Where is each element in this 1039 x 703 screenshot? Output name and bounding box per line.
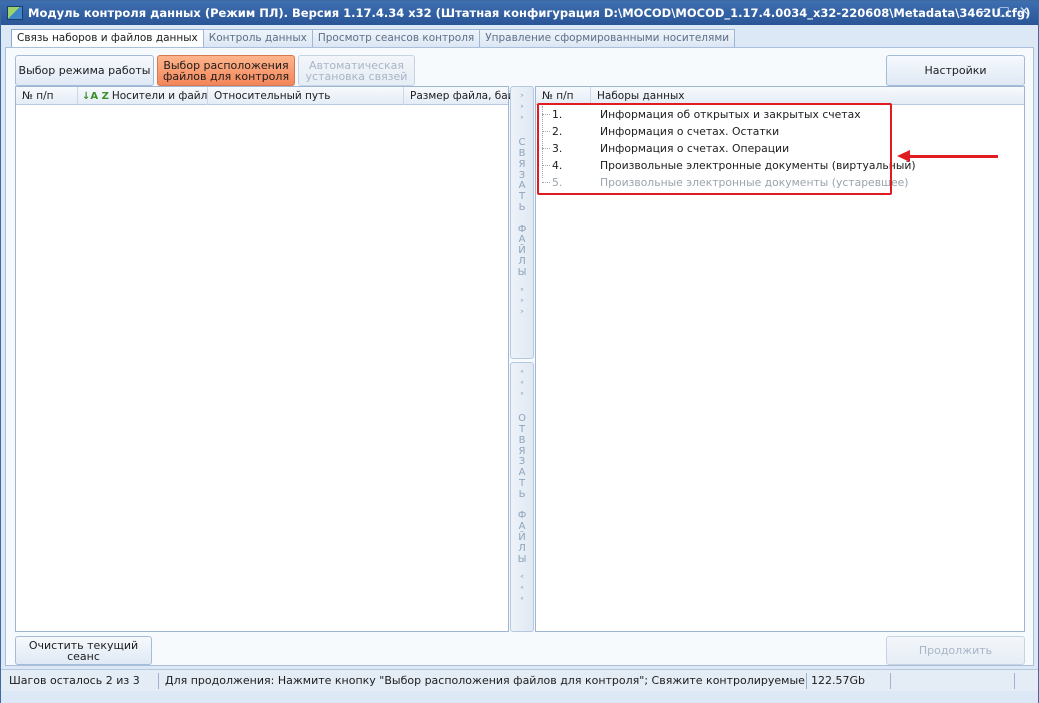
main-window: Модуль контроля данных (Режим ПЛ). Верси… xyxy=(0,0,1039,703)
tab-strip: Связь наборов и файлов данных Контроль д… xyxy=(11,29,736,49)
unlink-files-char: Л xyxy=(518,542,526,554)
maximize-icon[interactable]: □ xyxy=(998,4,1010,18)
title-bar[interactable]: Модуль контроля данных (Режим ПЛ). Верси… xyxy=(1,1,1038,25)
annotation-arrow-shaft xyxy=(909,155,998,158)
window-bottom-edge xyxy=(1,691,1038,703)
status-bar: Шагов осталось 2 из 3 Для продолжения: Н… xyxy=(1,669,1038,691)
clear-session-label: Очистить текущий сеанс xyxy=(28,638,139,663)
select-location-label-2: файлов для контроля xyxy=(162,69,290,83)
unlink-files-button[interactable]: ˂ ˂ ˂ ОТВЯЗАТЬ ФАЙЛЫ ˂ ˂ ˂ xyxy=(510,362,534,632)
tab-control[interactable]: Контроль данных xyxy=(202,29,313,48)
linker-strip: ˃ ˃ ˃ СВЯЗАТЬ ФАЙЛЫ ˃ ˃ ˃ ˂ ˂ ˂ ОТВЯЗАТЬ ФАЙЛЫ… xyxy=(510,86,534,632)
col-media-files-label: Носители и файлы xyxy=(111,90,208,102)
link-files-char: Ы xyxy=(517,266,527,278)
sort-az-icon: ↓A Z xyxy=(82,91,109,102)
tab-sessions[interactable]: Просмотр сеансов контроля xyxy=(311,29,481,48)
auto-link-label-2: установка связей xyxy=(305,69,408,83)
settings-label: Настройки xyxy=(924,64,987,77)
auto-link-label-1: Автоматическая xyxy=(308,58,405,72)
app-icon xyxy=(7,6,23,20)
col-relative-path[interactable]: Относительный путь xyxy=(208,87,404,105)
status-disk-space: 122.57Gb xyxy=(807,673,891,689)
clear-session-button[interactable]: Очистить текущий сеанс xyxy=(15,636,152,665)
continue-button[interactable]: Продолжить xyxy=(886,636,1025,665)
continue-label: Продолжить xyxy=(918,644,993,657)
tab-media[interactable]: Управление сформированными носителями xyxy=(479,29,736,48)
status-steps: Шагов осталось 2 из 3 xyxy=(5,673,159,689)
select-location-label-1: Выбор расположения xyxy=(163,58,289,72)
link-files-char: ˃ xyxy=(519,309,525,321)
annotation-arrow-icon xyxy=(897,150,910,162)
unlink-files-char: В xyxy=(518,434,526,446)
select-location-button[interactable]: Выбор расположения файлов для контроля xyxy=(157,55,295,86)
auto-link-button[interactable]: Автоматическая установка связей xyxy=(298,55,415,86)
window-controls: – □ ✕ xyxy=(978,4,1030,18)
highlight-box xyxy=(537,103,892,195)
minimize-icon[interactable]: – xyxy=(978,4,990,18)
unlink-files-char: Ь xyxy=(518,488,526,500)
window-title: Модуль контроля данных (Режим ПЛ). Верси… xyxy=(28,6,1031,20)
link-files-char: ˃ xyxy=(519,104,525,116)
tab-links[interactable]: Связь наборов и файлов данных xyxy=(11,29,204,49)
col-file-size[interactable]: Размер файла, байт xyxy=(404,87,510,105)
link-files-char xyxy=(511,214,533,225)
files-grid-header: № п/п ↓A Z Носители и файлы Относительный… xyxy=(16,87,510,105)
status-hint: Для продолжения: Нажмите кнопку "Выбор р… xyxy=(161,673,807,689)
close-icon[interactable]: ✕ xyxy=(1018,4,1030,18)
status-empty xyxy=(891,673,1015,689)
link-files-button[interactable]: ˃ ˃ ˃ СВЯЗАТЬ ФАЙЛЫ ˃ ˃ ˃ xyxy=(510,86,534,359)
col-media-files[interactable]: ↓A Z Носители и файлы xyxy=(78,87,208,105)
select-mode-label: Выбор режима работы xyxy=(18,64,151,77)
files-grid[interactable]: № п/п ↓A Z Носители и файлы Относительный… xyxy=(15,86,510,632)
link-files-char: Я xyxy=(518,158,526,170)
unlink-files-char: ˂ xyxy=(519,380,525,392)
select-mode-button[interactable]: Выбор режима работы xyxy=(15,55,154,86)
col-number[interactable]: № п/п xyxy=(16,87,78,105)
unlink-files-char: ˂ xyxy=(519,596,525,608)
settings-button[interactable]: Настройки xyxy=(886,55,1025,86)
